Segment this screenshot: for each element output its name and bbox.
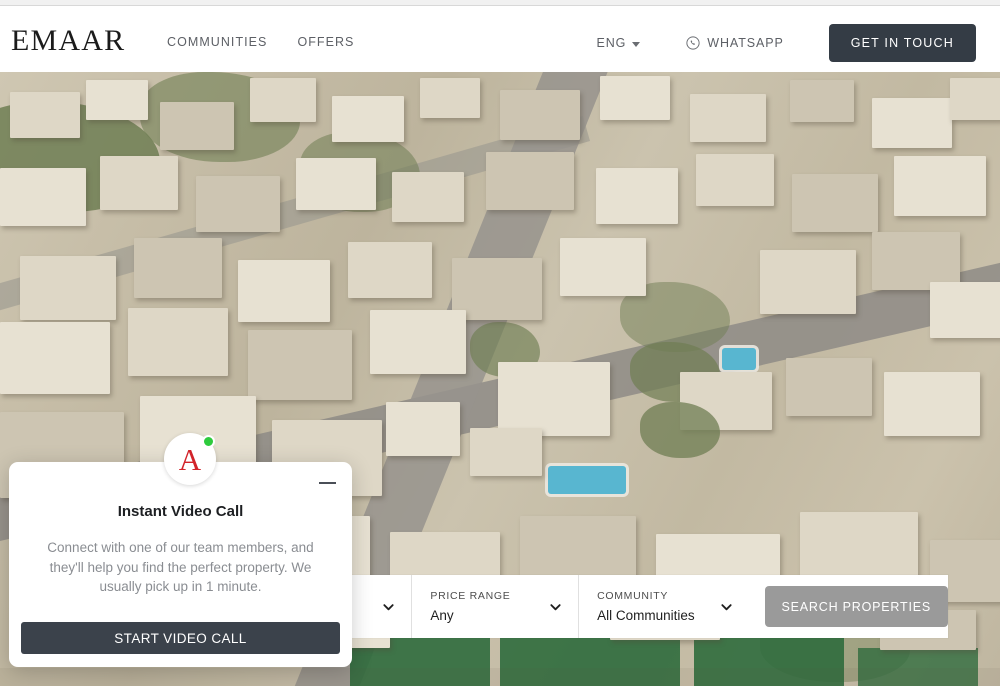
nav-item-offers[interactable]: OFFERS [297, 34, 354, 50]
search-field-property-type[interactable] [352, 575, 411, 638]
page-viewport: EMAAR COMMUNITIES OFFERS ENG WHATSAPP GE… [0, 0, 1000, 686]
avatar: A [164, 433, 216, 485]
start-video-call-button[interactable]: START VIDEO CALL [21, 622, 340, 654]
nav-item-communities[interactable]: COMMUNITIES [167, 34, 267, 50]
chevron-down-icon [382, 600, 395, 613]
avatar-letter: A [178, 442, 202, 477]
search-field-price-range[interactable]: PRICE RANGE Any [411, 575, 578, 638]
video-call-title: Instant Video Call [117, 503, 244, 520]
language-selector[interactable]: ENG [596, 36, 641, 50]
header-actions: ENG WHATSAPP GET IN TOUCH [596, 24, 976, 62]
search-properties-button[interactable]: SEARCH PROPERTIES [764, 586, 949, 627]
property-search-bar: PRICE RANGE Any COMMUNITY All Communitie… [352, 575, 949, 638]
search-field-community[interactable]: COMMUNITY All Communities [578, 575, 748, 638]
site-header: EMAAR COMMUNITIES OFFERS ENG WHATSAPP GE… [0, 6, 1000, 72]
whatsapp-link[interactable]: WHATSAPP [686, 36, 783, 50]
chevron-down-icon [549, 600, 562, 613]
minimize-icon [318, 481, 336, 485]
get-in-touch-button[interactable]: GET IN TOUCH [828, 24, 976, 62]
emaar-logo[interactable]: EMAAR [11, 23, 125, 59]
main-navigation: COMMUNITIES OFFERS [167, 34, 354, 50]
video-call-description: Connect with one of our team members, an… [47, 540, 314, 594]
chevron-down-icon [632, 41, 641, 47]
chevron-down-icon [720, 600, 733, 613]
online-status-dot [202, 435, 215, 448]
whatsapp-icon [686, 36, 700, 50]
language-label: ENG [596, 36, 627, 50]
minimize-button[interactable] [312, 470, 342, 496]
whatsapp-label: WHATSAPP [707, 36, 784, 50]
instant-video-call-widget: A Instant Video Call Connect with one of… [9, 433, 352, 667]
